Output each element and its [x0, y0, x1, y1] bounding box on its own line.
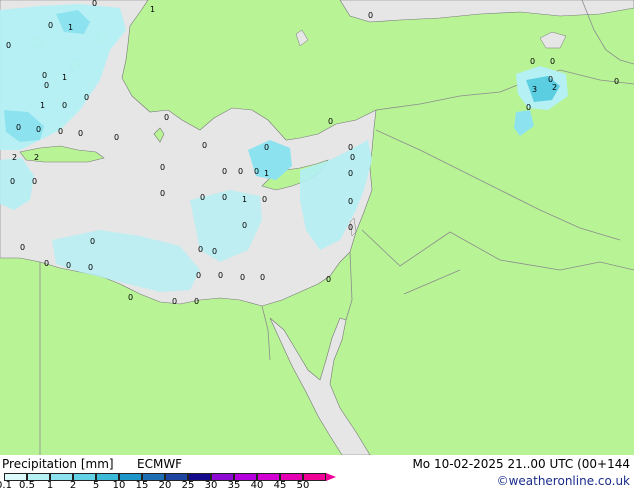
precip-value-label: 0 [348, 169, 353, 178]
precip-value-label: 0 [202, 141, 207, 150]
precip-value-label: 0 [90, 237, 95, 246]
color-scale-ticks: 0.10.5125101520253035404550 [0, 481, 340, 492]
precip-value-label: 0 [32, 177, 37, 186]
precip-value-label: 1 [68, 23, 73, 32]
precip-value-label: 1 [62, 73, 67, 82]
precip-value-label: 0 [200, 193, 205, 202]
precipitation-map: 0 1 1 2 0 0 0 0 1 0 1 2 0 0 0 0 0 0 0 0 … [0, 0, 634, 455]
precip-value-label: 0 [164, 113, 169, 122]
precip-value-label: 1 [150, 5, 155, 14]
precip-value-label: 1 [264, 169, 269, 178]
precip-value-label: 0 [350, 153, 355, 162]
precip-value-label: 0 [172, 297, 177, 306]
precip-value-label: 0 [16, 123, 21, 132]
model-name: ECMWF [137, 457, 183, 471]
precip-value-label: 0 [526, 103, 531, 112]
precip-value-label: 0 [20, 243, 25, 252]
precip-value-label: 1 [40, 101, 45, 110]
precip-value-label: 0 [92, 0, 97, 8]
precip-value-label: 2 [34, 153, 39, 162]
precip-value-label: 0 [264, 143, 269, 152]
precip-value-label: 0 [42, 71, 47, 80]
precip-value-label: 0 [550, 57, 555, 66]
precip-value-label: 0 [348, 143, 353, 152]
precip-value-label: 1 [242, 195, 247, 204]
legend-title: Precipitation [mm] [2, 457, 114, 471]
precip-value-label: 0 [58, 127, 63, 136]
precip-value-label: 3 [532, 85, 537, 94]
precip-value-label: 0 [78, 129, 83, 138]
weather-map-frame: 0 1 1 2 0 0 0 0 1 0 1 2 0 0 0 0 0 0 0 0 … [0, 0, 634, 492]
precip-value-label: 0 [242, 221, 247, 230]
precip-value-label: 0 [44, 81, 49, 90]
precip-value-label: 0 [48, 21, 53, 30]
precip-value-label: 0 [238, 167, 243, 176]
map-footer: Precipitation [mm] ECMWF Mo 10-02-2025 2… [0, 455, 634, 492]
precip-value-label: 0 [348, 197, 353, 206]
precip-value-label: 0 [218, 271, 223, 280]
precip-value-label: 2 [552, 83, 557, 92]
forecast-datetime: Mo 10-02-2025 21..00 UTC (00+144 [412, 457, 630, 471]
precip-value-label: 0 [196, 271, 201, 280]
precip-value-label: 0 [88, 263, 93, 272]
precip-value-label: 0 [222, 193, 227, 202]
precip-value-label: 0 [262, 195, 267, 204]
precip-value-label: 0 [44, 259, 49, 268]
legend-overflow-arrow [326, 473, 336, 481]
precip-value-label: 0 [326, 275, 331, 284]
precip-value-label: 0 [348, 223, 353, 232]
precip-value-label: 0 [368, 11, 373, 20]
precip-value-label: 2 [12, 153, 17, 162]
precip-value-label: 0 [614, 77, 619, 86]
precip-value-label: 0 [194, 297, 199, 306]
precip-value-label: 0 [62, 101, 67, 110]
precip-value-label: 0 [6, 41, 11, 50]
source-credit[interactable]: ©weatheronline.co.uk [497, 474, 630, 488]
precip-value-label: 0 [10, 177, 15, 186]
precip-value-label: 0 [160, 189, 165, 198]
precip-value-label: 0 [328, 117, 333, 126]
precip-value-label: 0 [530, 57, 535, 66]
precip-value-label: 0 [114, 133, 119, 142]
precip-value-label: 0 [128, 293, 133, 302]
precip-value-label: 0 [198, 245, 203, 254]
precip-value-label: 0 [254, 167, 259, 176]
precip-value-label: 0 [548, 75, 553, 84]
precip-value-label: 0 [66, 261, 71, 270]
precip-value-label: 0 [36, 125, 41, 134]
precip-value-label: 0 [222, 167, 227, 176]
precip-value-label: 0 [212, 247, 217, 256]
precip-value-label: 0 [160, 163, 165, 172]
precip-value-label: 0 [84, 93, 89, 102]
precip-value-label: 0 [260, 273, 265, 282]
precip-value-label: 0 [240, 273, 245, 282]
